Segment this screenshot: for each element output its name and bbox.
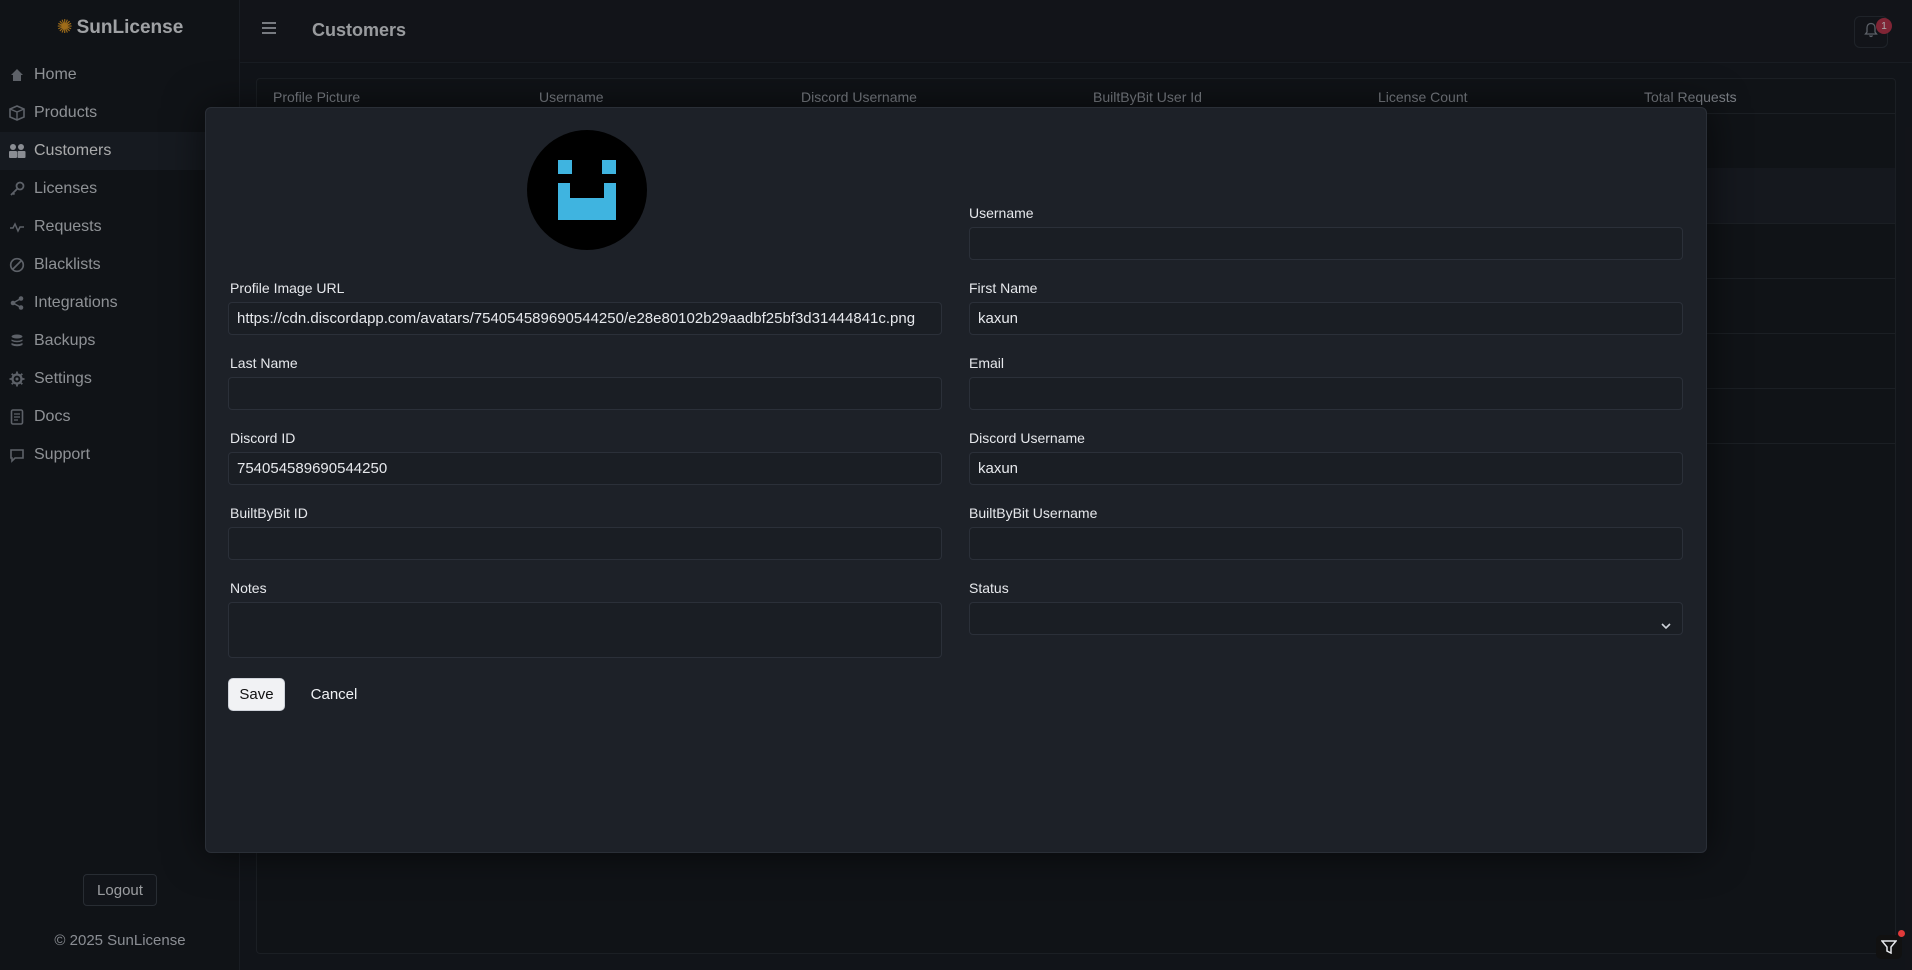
builtbybit-username-label: BuiltByBit Username <box>969 505 1098 521</box>
status-select[interactable] <box>969 602 1683 635</box>
filter-widget-icon[interactable] <box>1876 935 1902 959</box>
first-name-input[interactable]: kaxun <box>969 302 1683 335</box>
status-label: Status <box>969 580 1009 596</box>
alert-dot <box>1898 930 1905 937</box>
profile-avatar <box>527 130 647 250</box>
discord-id-input[interactable]: 754054589690544250 <box>228 452 942 485</box>
notes-textarea[interactable] <box>228 602 942 658</box>
username-input[interactable] <box>969 227 1683 260</box>
username-label: Username <box>969 205 1034 221</box>
email-input[interactable] <box>969 377 1683 410</box>
edit-customer-modal: Username Profile Image URL https://cdn.d… <box>205 107 1707 853</box>
discord-username-label: Discord Username <box>969 430 1085 446</box>
first-name-label: First Name <box>969 280 1038 296</box>
profile-image-url-label: Profile Image URL <box>230 280 345 296</box>
discord-username-input[interactable]: kaxun <box>969 452 1683 485</box>
chevron-down-icon <box>1660 612 1672 630</box>
builtbybit-id-label: BuiltByBit ID <box>230 505 308 521</box>
notes-label: Notes <box>230 580 267 596</box>
email-label: Email <box>969 355 1005 371</box>
discord-default-avatar-icon <box>558 160 616 220</box>
cancel-button[interactable]: Cancel <box>302 678 366 711</box>
discord-id-label: Discord ID <box>230 430 296 446</box>
last-name-input[interactable] <box>228 377 942 410</box>
last-name-label: Last Name <box>230 355 298 371</box>
profile-image-url-input[interactable]: https://cdn.discordapp.com/avatars/75405… <box>228 302 942 335</box>
builtbybit-id-input[interactable] <box>228 527 942 560</box>
builtbybit-username-input[interactable] <box>969 527 1683 560</box>
save-button[interactable]: Save <box>228 678 285 711</box>
